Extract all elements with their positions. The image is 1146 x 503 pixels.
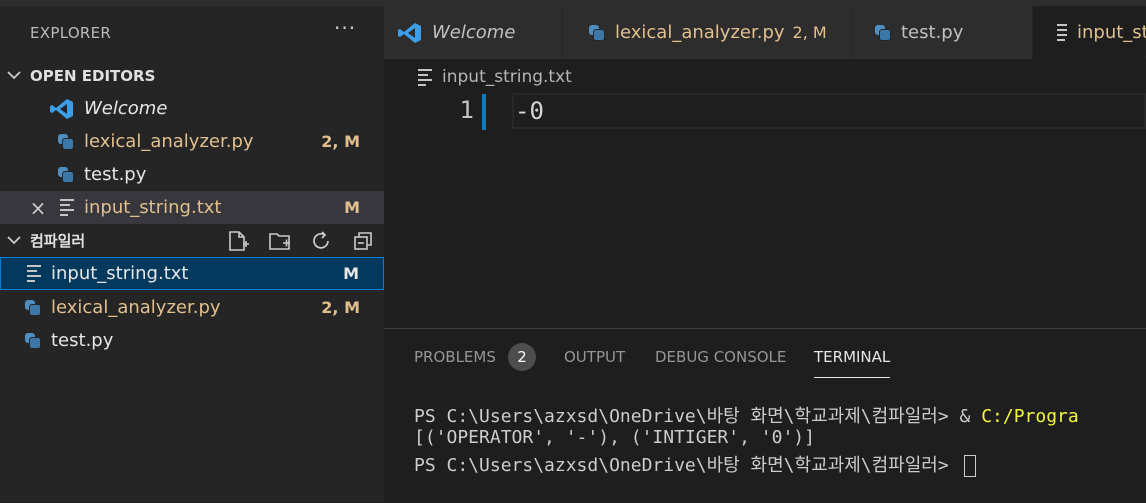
line-indicator <box>482 94 486 130</box>
active-tab-underline <box>814 377 890 378</box>
file-label: test.py <box>51 330 114 351</box>
tab-output[interactable]: OUTPUT <box>564 348 625 366</box>
tab-input-string[interactable]: input_st <box>1033 6 1146 59</box>
text-file-icon <box>27 262 41 285</box>
modified-badge: 2, M <box>321 298 360 317</box>
line-number: 1 <box>459 96 474 124</box>
vscode-logo-icon <box>50 98 74 120</box>
python-file-icon <box>875 24 891 41</box>
open-editor-test[interactable]: test.py <box>0 158 384 191</box>
open-editor-input-string[interactable]: × input_string.txt M <box>0 191 384 224</box>
tab-label: Welcome <box>432 22 516 43</box>
modified-badge: 2, M <box>321 132 360 151</box>
terminal-line-1[interactable]: PS C:\Users\azxsd\OneDrive\바탕 화면\학교과제\컴파… <box>414 402 1079 428</box>
chevron-down-icon <box>4 233 24 249</box>
file-lexical-analyzer[interactable]: lexical_analyzer.py 2, M <box>0 291 384 324</box>
tab-welcome[interactable]: Welcome <box>384 6 563 59</box>
tab-label: input_st <box>1077 22 1146 43</box>
file-label: input_string.txt <box>51 263 189 284</box>
terminal-cursor <box>963 455 976 477</box>
tab-label: test.py <box>901 22 964 43</box>
open-editor-lexical-analyzer[interactable]: lexical_analyzer.py 2, M <box>0 125 384 158</box>
file-input-string[interactable]: input_string.txt M <box>0 257 384 290</box>
terminal-prompt: PS C:\Users\azxsd\OneDrive\바탕 화면\학교과제\컴파… <box>414 406 982 427</box>
current-line-highlight[interactable] <box>512 93 1146 129</box>
modified-badge: 2, M <box>792 23 827 42</box>
python-file-icon <box>58 166 74 183</box>
python-file-icon <box>25 332 41 349</box>
refresh-icon[interactable] <box>310 230 334 252</box>
python-file-icon <box>25 299 41 316</box>
text-file-icon <box>1057 21 1067 44</box>
modified-badge: M <box>343 264 359 283</box>
code-line[interactable]: -0 <box>515 97 544 125</box>
open-editor-welcome[interactable]: Welcome <box>0 92 384 125</box>
tab-terminal[interactable]: TERMINAL <box>814 348 890 366</box>
folder-title: 컴파일러 <box>30 232 86 250</box>
terminal-prompt: PS C:\Users\azxsd\OneDrive\바탕 화면\학교과제\컴파… <box>414 455 960 476</box>
collapse-all-icon[interactable] <box>352 230 376 252</box>
tab-test[interactable]: test.py <box>853 6 1033 59</box>
tab-lexical-analyzer[interactable]: lexical_analyzer.py 2, M <box>563 6 853 59</box>
terminal-line-3[interactable]: PS C:\Users\azxsd\OneDrive\바탕 화면\학교과제\컴파… <box>414 451 976 477</box>
close-icon[interactable]: × <box>28 196 48 220</box>
terminal-line-2[interactable]: [('OPERATOR', '-'), ('INTIGER', '0')] <box>414 427 815 448</box>
vscode-logo-icon <box>398 22 422 44</box>
open-editors-title: OPEN EDITORS <box>30 66 156 85</box>
file-test[interactable]: test.py <box>0 324 384 357</box>
tab-problems[interactable]: PROBLEMS <box>414 348 496 366</box>
new-folder-icon[interactable] <box>268 230 292 252</box>
bottom-panel: PROBLEMS 2 OUTPUT DEBUG CONSOLE TERMINAL… <box>384 328 1146 503</box>
editor-tabs: Welcome lexical_analyzer.py 2, M test.py… <box>384 6 1146 59</box>
file-label: lexical_analyzer.py <box>51 297 221 318</box>
tab-debug-console[interactable]: DEBUG CONSOLE <box>655 348 786 366</box>
chevron-down-icon <box>4 68 24 84</box>
open-editor-label: Welcome <box>84 98 168 119</box>
breadcrumb[interactable]: input_string.txt <box>418 64 572 90</box>
explorer-sidebar: EXPLORER ··· OPEN EDITORS Welcome lexica… <box>0 6 384 502</box>
new-file-icon[interactable] <box>226 230 250 252</box>
terminal-command: C:/Progra <box>981 406 1079 427</box>
modified-badge: M <box>344 198 360 217</box>
breadcrumb-file: input_string.txt <box>442 67 572 87</box>
problems-count-badge: 2 <box>508 343 536 371</box>
explorer-title: EXPLORER <box>30 24 112 42</box>
python-file-icon <box>58 133 74 150</box>
open-editors-section-header[interactable]: OPEN EDITORS <box>0 59 384 92</box>
text-file-icon <box>60 196 74 219</box>
tab-label: lexical_analyzer.py <box>615 22 785 43</box>
open-editor-label: test.py <box>84 164 147 185</box>
python-file-icon <box>589 24 605 41</box>
open-editor-label: input_string.txt <box>84 197 222 218</box>
folder-section-header[interactable]: 컴파일러 <box>0 224 384 257</box>
more-actions-icon[interactable]: ··· <box>334 16 356 40</box>
open-editor-label: lexical_analyzer.py <box>84 131 254 152</box>
text-file-icon <box>418 66 432 89</box>
